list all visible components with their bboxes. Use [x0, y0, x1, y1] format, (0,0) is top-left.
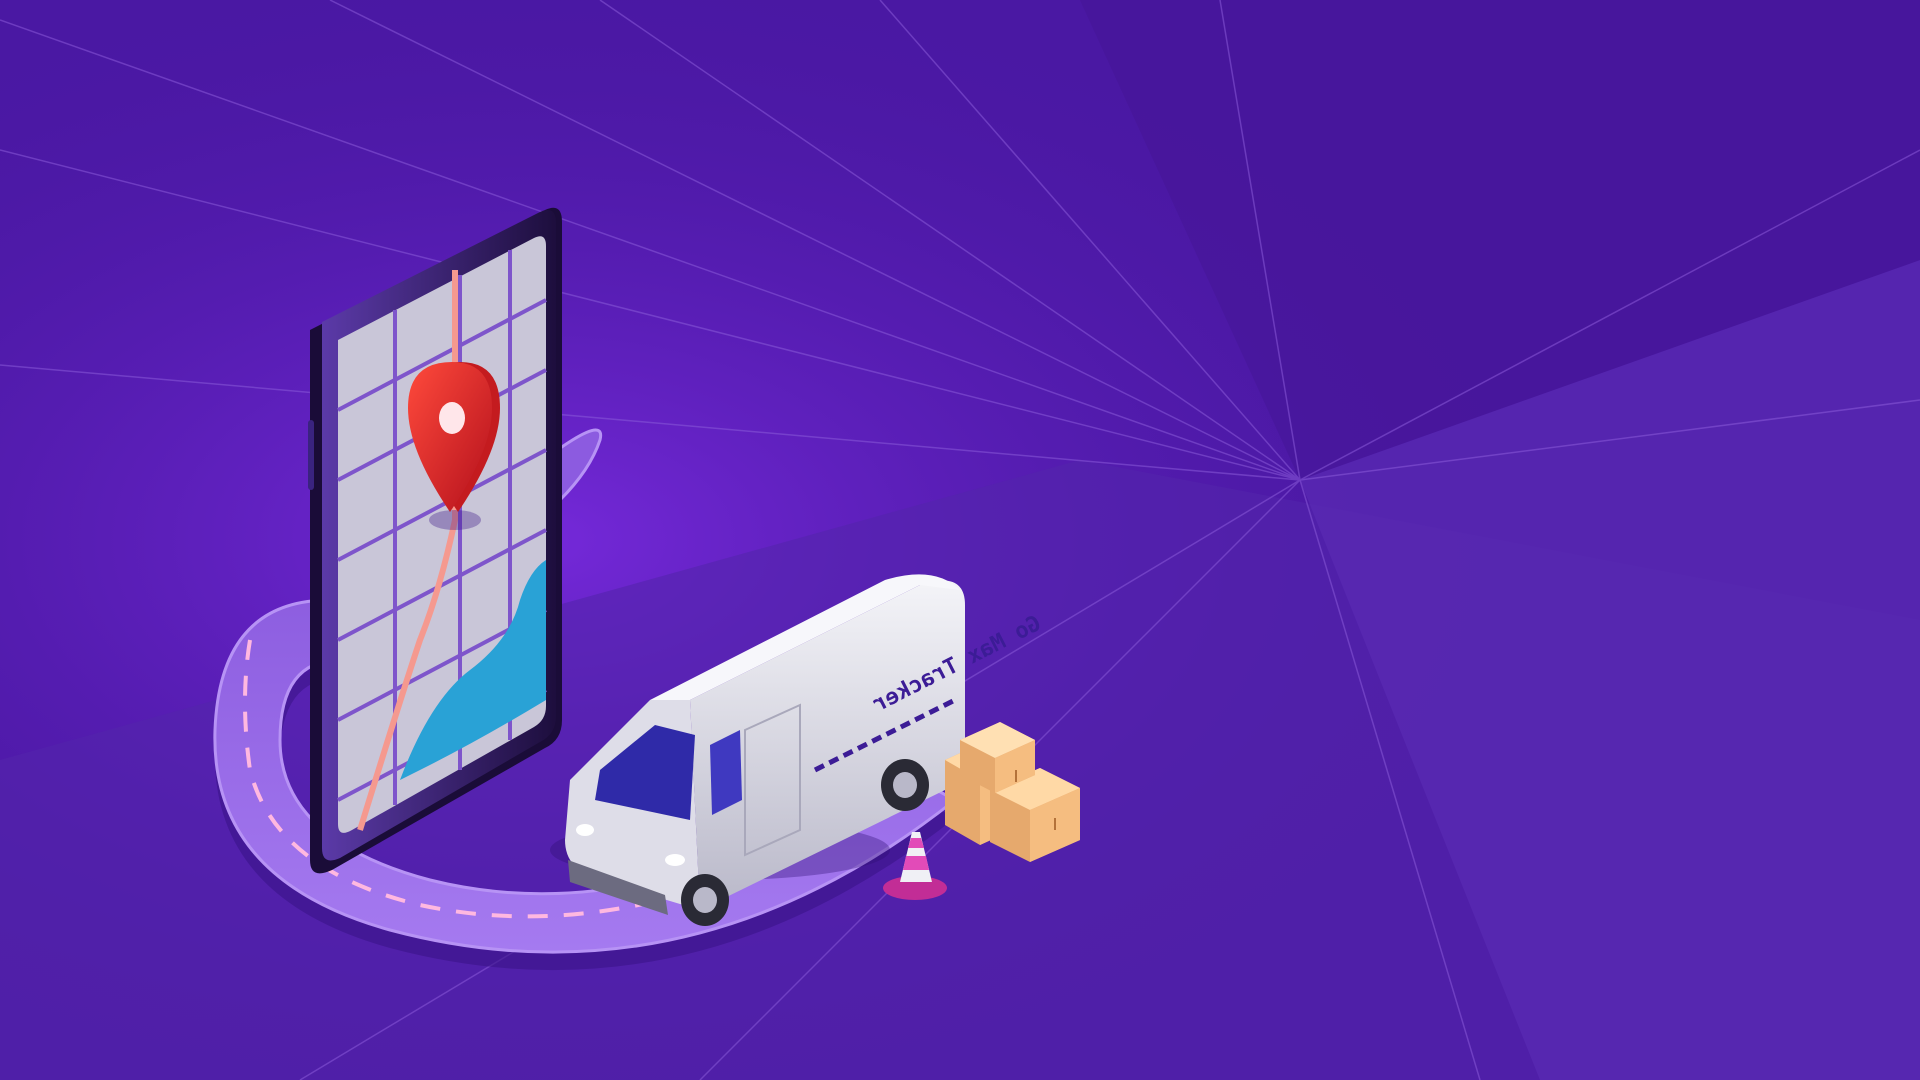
van-wheel-front: [681, 874, 729, 926]
van-wheel-rear: [881, 759, 929, 811]
background: [0, 0, 1920, 1080]
hero-illustration: Go Max Tracker: [0, 0, 1920, 1080]
